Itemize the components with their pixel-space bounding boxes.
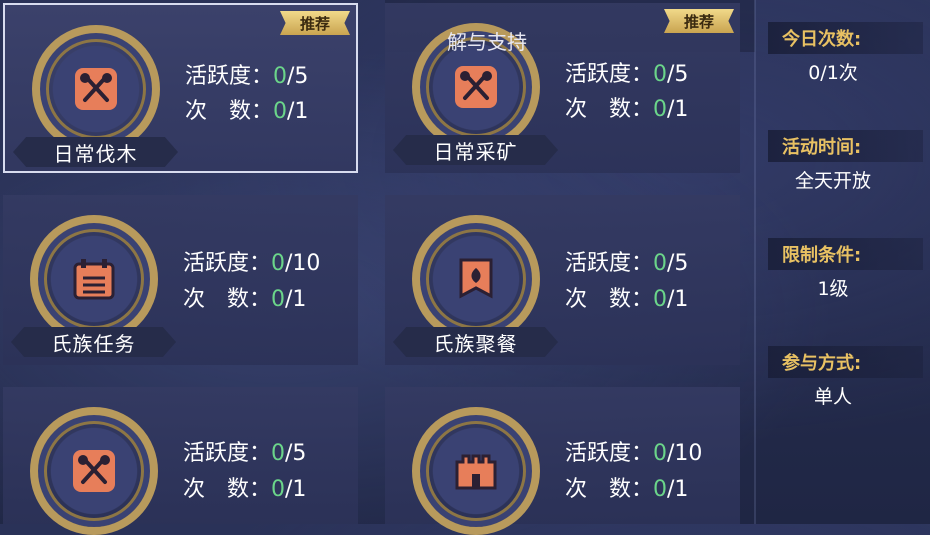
hover-tooltip: 解与支持 [447, 30, 527, 54]
attempt-count: 次 数：0/1 [185, 99, 309, 124]
participation-mode-label: 参与方式: [768, 346, 923, 378]
activity-name: 氏族聚餐 [393, 327, 558, 357]
recommend-badge: 推荐 [664, 9, 734, 33]
attempt-count: 次 数：0/1 [183, 287, 307, 312]
attempt-count: 次 数：0/1 [565, 97, 689, 122]
activity-medal [412, 407, 540, 535]
crossed-axes-icon [75, 68, 117, 110]
attempt-count: 次 数：0/1 [565, 477, 689, 502]
participation-mode-value: 单人 [813, 386, 852, 408]
attempt-count: 次 数：0/1 [183, 477, 307, 502]
activity-progress: 活跃度：0/5 [565, 62, 689, 87]
panel-divider [754, 0, 756, 524]
activity-progress: 活跃度：0/5 [185, 64, 309, 89]
activity-medal [412, 215, 540, 343]
activity-card-mining[interactable]: 推荐 日常采矿 活跃度：0/5 次 数：0/1 [385, 3, 740, 173]
restriction-value: 1级 [817, 278, 849, 300]
activity-medal [30, 215, 158, 343]
activity-progress: 活跃度：0/5 [183, 441, 307, 466]
recommend-badge: 推荐 [280, 11, 350, 35]
activity-time-label: 活动时间: [768, 130, 923, 162]
attempt-count: 次 数：0/1 [565, 287, 689, 312]
activity-card-clan-task[interactable]: 氏族任务 活跃度：0/10 次 数：0/1 [3, 195, 358, 365]
calendar-icon [73, 259, 115, 300]
castle-wall-icon [455, 454, 497, 490]
activity-time-value: 全天开放 [794, 170, 871, 192]
today-count-value: 0/1次 [808, 62, 858, 84]
activity-name: 日常采矿 [393, 135, 558, 165]
crossed-axes-icon [73, 450, 115, 492]
activity-name: 日常伐木 [13, 137, 178, 167]
activity-card-clan-feast[interactable]: 氏族聚餐 活跃度：0/5 次 数：0/1 [385, 195, 740, 365]
activity-name: 氏族任务 [11, 327, 176, 357]
activity-card-logging[interactable]: 推荐 日常伐木 活跃度：0/5 次 数：0/1 [3, 3, 358, 173]
crossed-picks-icon [455, 66, 497, 108]
activity-card-5[interactable]: 活跃度：0/5 次 数：0/1 [3, 387, 358, 535]
today-count-label: 今日次数: [768, 22, 923, 54]
banner-icon [459, 258, 493, 299]
activity-progress: 活跃度：0/5 [565, 251, 689, 276]
activity-progress: 活跃度：0/10 [565, 441, 703, 466]
activity-medal [30, 407, 158, 535]
activity-medal [32, 25, 160, 153]
restriction-label: 限制条件: [768, 238, 923, 270]
activity-card-6[interactable]: 活跃度：0/10 次 数：0/1 [385, 387, 740, 535]
activity-progress: 活跃度：0/10 [183, 251, 321, 276]
